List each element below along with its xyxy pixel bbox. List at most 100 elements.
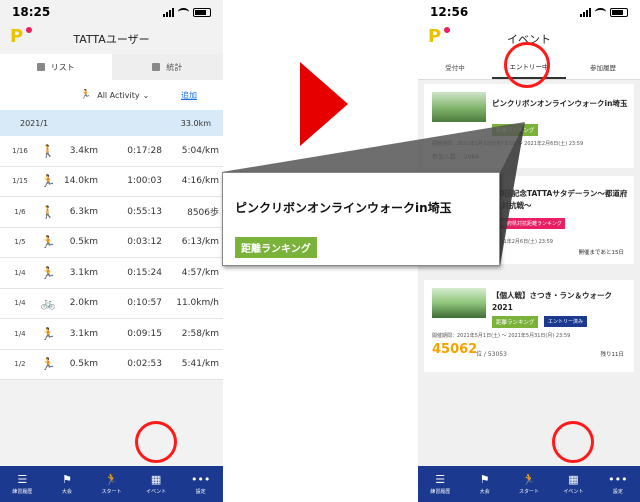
- event-card-pink-ribbon[interactable]: ピンクリボンオンラインウォークin埼玉 距離ランキング 開催期間：2021年1月…: [424, 84, 634, 168]
- status-bar: 12:56: [418, 0, 640, 24]
- nav-label: イベント: [563, 488, 584, 495]
- activity-row[interactable]: 1/16 🚶 3.4km 0:17:28 5:04/km: [0, 136, 223, 167]
- list-icon: [36, 63, 45, 71]
- nav-label: 設定: [195, 488, 206, 495]
- tab-list[interactable]: リスト: [0, 54, 112, 80]
- activity-row[interactable]: 1/4 🏃 3.1km 0:15:24 4:57/km: [0, 258, 223, 289]
- tab-stats[interactable]: 統計: [112, 54, 224, 80]
- nav-label: 設定: [612, 488, 623, 495]
- activity-time: 0:09:15: [127, 328, 162, 339]
- activity-pace: 8506歩: [187, 208, 219, 219]
- nav-label: イベント: [146, 488, 167, 495]
- right-arrow-icon: [300, 62, 348, 146]
- month-summary-row[interactable]: 2021/1 33.0km: [0, 110, 223, 136]
- nav-label: スタート: [519, 488, 540, 495]
- distance-ranking-badge: 距離ランキング: [492, 316, 539, 328]
- battery-icon: [610, 7, 628, 17]
- signal-icon: [163, 7, 174, 17]
- status-icons: [163, 7, 211, 17]
- activity-distance: 0.5km: [69, 237, 98, 248]
- nav-label: 練習履歴: [12, 488, 33, 495]
- activity-time: 0:17:28: [127, 145, 162, 156]
- activity-time: 0:10:57: [127, 298, 162, 309]
- activity-row[interactable]: 1/4 🚲 2.0km 0:10:57 11.0km/h: [0, 288, 223, 319]
- signal-icon: [580, 7, 591, 17]
- event-name: 50回記念TATTAサタデーラン～都道府県対抗戦～: [494, 189, 628, 210]
- page-title: TATTAユーザー: [73, 33, 150, 46]
- activity-pace: 6:13/km: [181, 237, 219, 248]
- running-icon: 🏃: [80, 90, 92, 100]
- bottom-navigation: ☰ 練習履歴 ⚑ 大会 🏃 スタート ▦ イベント ••• 設定: [0, 466, 223, 502]
- list-icon: ☰: [435, 472, 446, 486]
- more-icon: •••: [608, 472, 628, 486]
- activity-distance: 14.0km: [63, 176, 98, 187]
- activity-list: 1/16 🚶 3.4km 0:17:28 5:04/km 1/15 🏃 14.0km 1:00:…: [0, 136, 223, 380]
- nav-settings[interactable]: ••• 設定: [178, 466, 223, 502]
- nav-label: スタート: [101, 488, 122, 495]
- running-icon: 🏃: [522, 472, 536, 486]
- highlight-circle-entered-tab: [504, 42, 550, 88]
- event-name: 【個人戦】さつき・ラン＆ウォーク2021: [492, 291, 612, 312]
- nav-event[interactable]: ▦ イベント: [551, 466, 595, 502]
- left-phone-screen: 18:25 P TATTAユーザー リスト 統計 🏃 All Activity …: [0, 0, 223, 502]
- activity-pace: 5:41/km: [181, 359, 219, 370]
- status-time: 18:25: [12, 5, 51, 19]
- activity-row[interactable]: 1/5 🏃 0.5km 0:03:12 6:13/km: [0, 227, 223, 258]
- map-icon: ▦: [150, 472, 162, 486]
- tab-accepting[interactable]: 受付中: [418, 54, 492, 79]
- battery-icon: [193, 7, 211, 17]
- event-card-satsuki[interactable]: 【個人戦】さつき・ラン＆ウォーク2021 距離ランキング エントリー済み 開催期…: [424, 280, 634, 372]
- nav-training-history[interactable]: ☰ 練習履歴: [418, 466, 462, 502]
- activity-time: 0:03:12: [127, 237, 162, 248]
- activity-row[interactable]: 1/4 🏃 3.1km 0:09:15 2:58/km: [0, 319, 223, 350]
- activity-distance: 0.5km: [69, 359, 98, 370]
- activity-row[interactable]: 1/2 🏃 0.5km 0:02:53 5:41/km: [0, 349, 223, 380]
- activity-row[interactable]: 1/15 🏃 14.0km 1:00:03 4:16/km: [0, 166, 223, 197]
- activity-pace: 5:04/km: [181, 145, 219, 156]
- highlight-circle-event-nav: [552, 421, 594, 463]
- activity-distance: 3.1km: [69, 267, 98, 278]
- event-thumbnail: [432, 288, 486, 318]
- app-logo: P: [10, 27, 32, 47]
- distance-ranking-badge: 距離ランキング: [492, 124, 539, 136]
- tab-history[interactable]: 参加履歴: [566, 54, 640, 79]
- running-icon: 🏃: [40, 235, 56, 250]
- activity-time: 0:02:53: [127, 359, 162, 370]
- entered-badge: エントリー済み: [544, 316, 588, 327]
- activity-pace: 2:58/km: [181, 328, 219, 339]
- chevron-down-icon: ⌄: [142, 90, 150, 100]
- nav-start[interactable]: 🏃 スタート: [507, 466, 551, 502]
- running-icon: 🏃: [40, 326, 56, 341]
- nav-training-history[interactable]: ☰ 練習履歴: [0, 466, 45, 502]
- nav-event[interactable]: ▦ イベント: [134, 466, 179, 502]
- status-icons: [580, 7, 628, 17]
- nav-race[interactable]: ⚑ 大会: [45, 466, 90, 502]
- add-link[interactable]: 追加: [181, 90, 197, 101]
- event-name: ピンクリボンオンラインウォークin埼玉: [492, 99, 628, 108]
- activity-time: 1:00:03: [127, 176, 162, 187]
- days-remaining: 残り11日: [600, 352, 625, 358]
- tab-bar: リスト 統計: [0, 54, 223, 80]
- rank-total: 位 / 53053: [476, 351, 507, 358]
- nav-settings[interactable]: ••• 設定: [596, 466, 640, 502]
- nav-race[interactable]: ⚑ 大会: [462, 466, 506, 502]
- activity-pace: 4:57/km: [181, 267, 219, 278]
- callout-event-name: ピンクリボンオンラインウォークin埼玉: [235, 201, 452, 215]
- highlight-circle-event-nav: [135, 421, 177, 463]
- activity-pace: 4:16/km: [181, 176, 219, 187]
- app-header: P TATTAユーザー: [0, 24, 223, 54]
- activity-date: 1/4: [14, 299, 26, 308]
- activity-date: 1/2: [14, 360, 26, 369]
- chart-icon: [152, 63, 161, 71]
- filter-row: 🏃 All Activity ⌄ 追加: [0, 80, 223, 110]
- activity-row[interactable]: 1/6 🚶 6.3km 0:55:13 8506歩: [0, 197, 223, 228]
- nav-label: 練習履歴: [430, 488, 451, 495]
- wifi-icon: [595, 8, 606, 16]
- tab-stats-label: 統計: [166, 62, 183, 72]
- nav-start[interactable]: 🏃 スタート: [89, 466, 134, 502]
- running-icon: 🏃: [40, 174, 56, 189]
- activity-filter-dropdown[interactable]: 🏃 All Activity ⌄: [80, 90, 149, 100]
- activity-time: 0:15:24: [127, 267, 162, 278]
- running-icon: 🏃: [40, 357, 56, 372]
- list-icon: ☰: [17, 472, 28, 486]
